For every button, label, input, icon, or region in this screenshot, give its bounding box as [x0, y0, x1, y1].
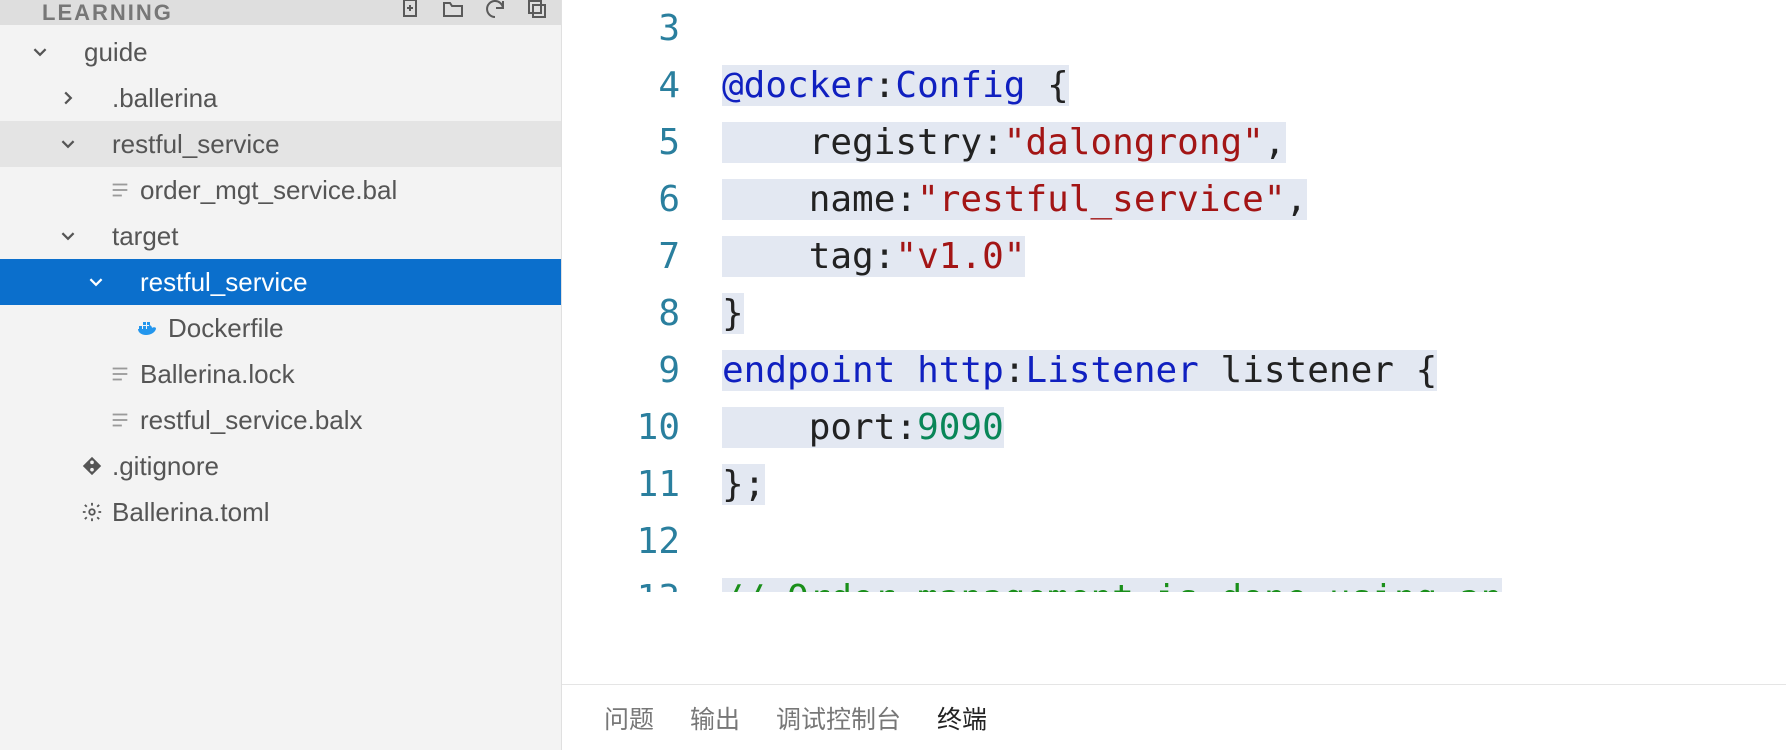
tab-terminal[interactable]: 终端: [937, 700, 987, 736]
lines-icon: [106, 409, 134, 431]
explorer-header: LEARNING: [0, 0, 561, 25]
tree-item-label: restful_service: [112, 129, 280, 160]
line-number: 7: [562, 228, 680, 285]
tree-item-dockerfile[interactable]: Dockerfile: [0, 305, 561, 351]
line-number: 5: [562, 114, 680, 171]
code-line[interactable]: [722, 0, 1786, 57]
twisty-icon[interactable]: [30, 45, 50, 59]
new-folder-icon[interactable]: [441, 0, 465, 25]
tree-item-restful-service-balx[interactable]: restful_service.balx: [0, 397, 561, 443]
code-line[interactable]: // Order management is done using an: [722, 570, 1786, 592]
tree-item-label: restful_service: [140, 267, 308, 298]
panel-tabs: 问题 输出 调试控制台 终端: [562, 684, 1786, 750]
new-file-icon[interactable]: [399, 0, 423, 25]
tree-item-label: Ballerina.lock: [140, 359, 295, 390]
code-line[interactable]: [722, 513, 1786, 570]
tree-item-ballerina-lock[interactable]: Ballerina.lock: [0, 351, 561, 397]
line-number: 4: [562, 57, 680, 114]
file-tree: guide .ballerina restful_service order_mgt…: [0, 25, 561, 750]
docker-icon: [134, 316, 162, 340]
refresh-icon[interactable]: [483, 0, 507, 25]
line-number: 10: [562, 399, 680, 456]
tree-item-restful-service[interactable]: restful_service: [0, 121, 561, 167]
code-line[interactable]: name:"restful_service",: [722, 171, 1786, 228]
line-number: 9: [562, 342, 680, 399]
tree-item-label: .ballerina: [112, 83, 218, 114]
line-number: 3: [562, 0, 680, 57]
tree-item-label: Dockerfile: [168, 313, 284, 344]
tree-item-label: Ballerina.toml: [112, 497, 270, 528]
explorer-title: LEARNING: [42, 0, 173, 25]
twisty-icon[interactable]: [58, 137, 78, 151]
code-lines[interactable]: @docker:Config { registry:"dalongrong", …: [722, 0, 1786, 684]
line-number: 8: [562, 285, 680, 342]
tree-item-label: .gitignore: [112, 451, 219, 482]
tree-item-label: target: [112, 221, 179, 252]
lines-icon: [106, 363, 134, 385]
explorer-sidebar: LEARNING guide .ballerina restful_service …: [0, 0, 562, 750]
line-number: 6: [562, 171, 680, 228]
tab-debug-console[interactable]: 调试控制台: [776, 700, 901, 736]
line-gutter: 345678910111213: [562, 0, 722, 684]
tree-item-label: restful_service.balx: [140, 405, 363, 436]
twisty-icon[interactable]: [86, 275, 106, 289]
tree-item--gitignore[interactable]: .gitignore: [0, 443, 561, 489]
code-line[interactable]: endpoint http:Listener listener {: [722, 342, 1786, 399]
code-line[interactable]: }: [722, 285, 1786, 342]
editor-area: 345678910111213 @docker:Config { registr…: [562, 0, 1786, 750]
git-icon: [78, 455, 106, 477]
code-line[interactable]: };: [722, 456, 1786, 513]
tree-item--ballerina[interactable]: .ballerina: [0, 75, 561, 121]
code-line[interactable]: port:9090: [722, 399, 1786, 456]
code-editor[interactable]: 345678910111213 @docker:Config { registr…: [562, 0, 1786, 684]
line-number: 12: [562, 513, 680, 570]
tree-item-restful-service[interactable]: restful_service: [0, 259, 561, 305]
tree-item-ballerina-toml[interactable]: Ballerina.toml: [0, 489, 561, 535]
tab-output[interactable]: 输出: [690, 700, 740, 736]
line-number: 13: [562, 570, 680, 592]
code-line[interactable]: registry:"dalongrong",: [722, 114, 1786, 171]
twisty-icon[interactable]: [58, 91, 78, 105]
tree-item-guide[interactable]: guide: [0, 29, 561, 75]
tree-item-label: order_mgt_service.bal: [140, 175, 397, 206]
code-line[interactable]: tag:"v1.0": [722, 228, 1786, 285]
code-line[interactable]: @docker:Config {: [722, 57, 1786, 114]
tree-item-target[interactable]: target: [0, 213, 561, 259]
tree-item-label: guide: [84, 37, 148, 68]
gear-icon: [78, 501, 106, 523]
tab-problems[interactable]: 问题: [604, 700, 654, 736]
lines-icon: [106, 179, 134, 201]
collapse-all-icon[interactable]: [525, 0, 549, 25]
line-number: 11: [562, 456, 680, 513]
twisty-icon[interactable]: [58, 229, 78, 243]
tree-item-order-mgt-service-bal[interactable]: order_mgt_service.bal: [0, 167, 561, 213]
